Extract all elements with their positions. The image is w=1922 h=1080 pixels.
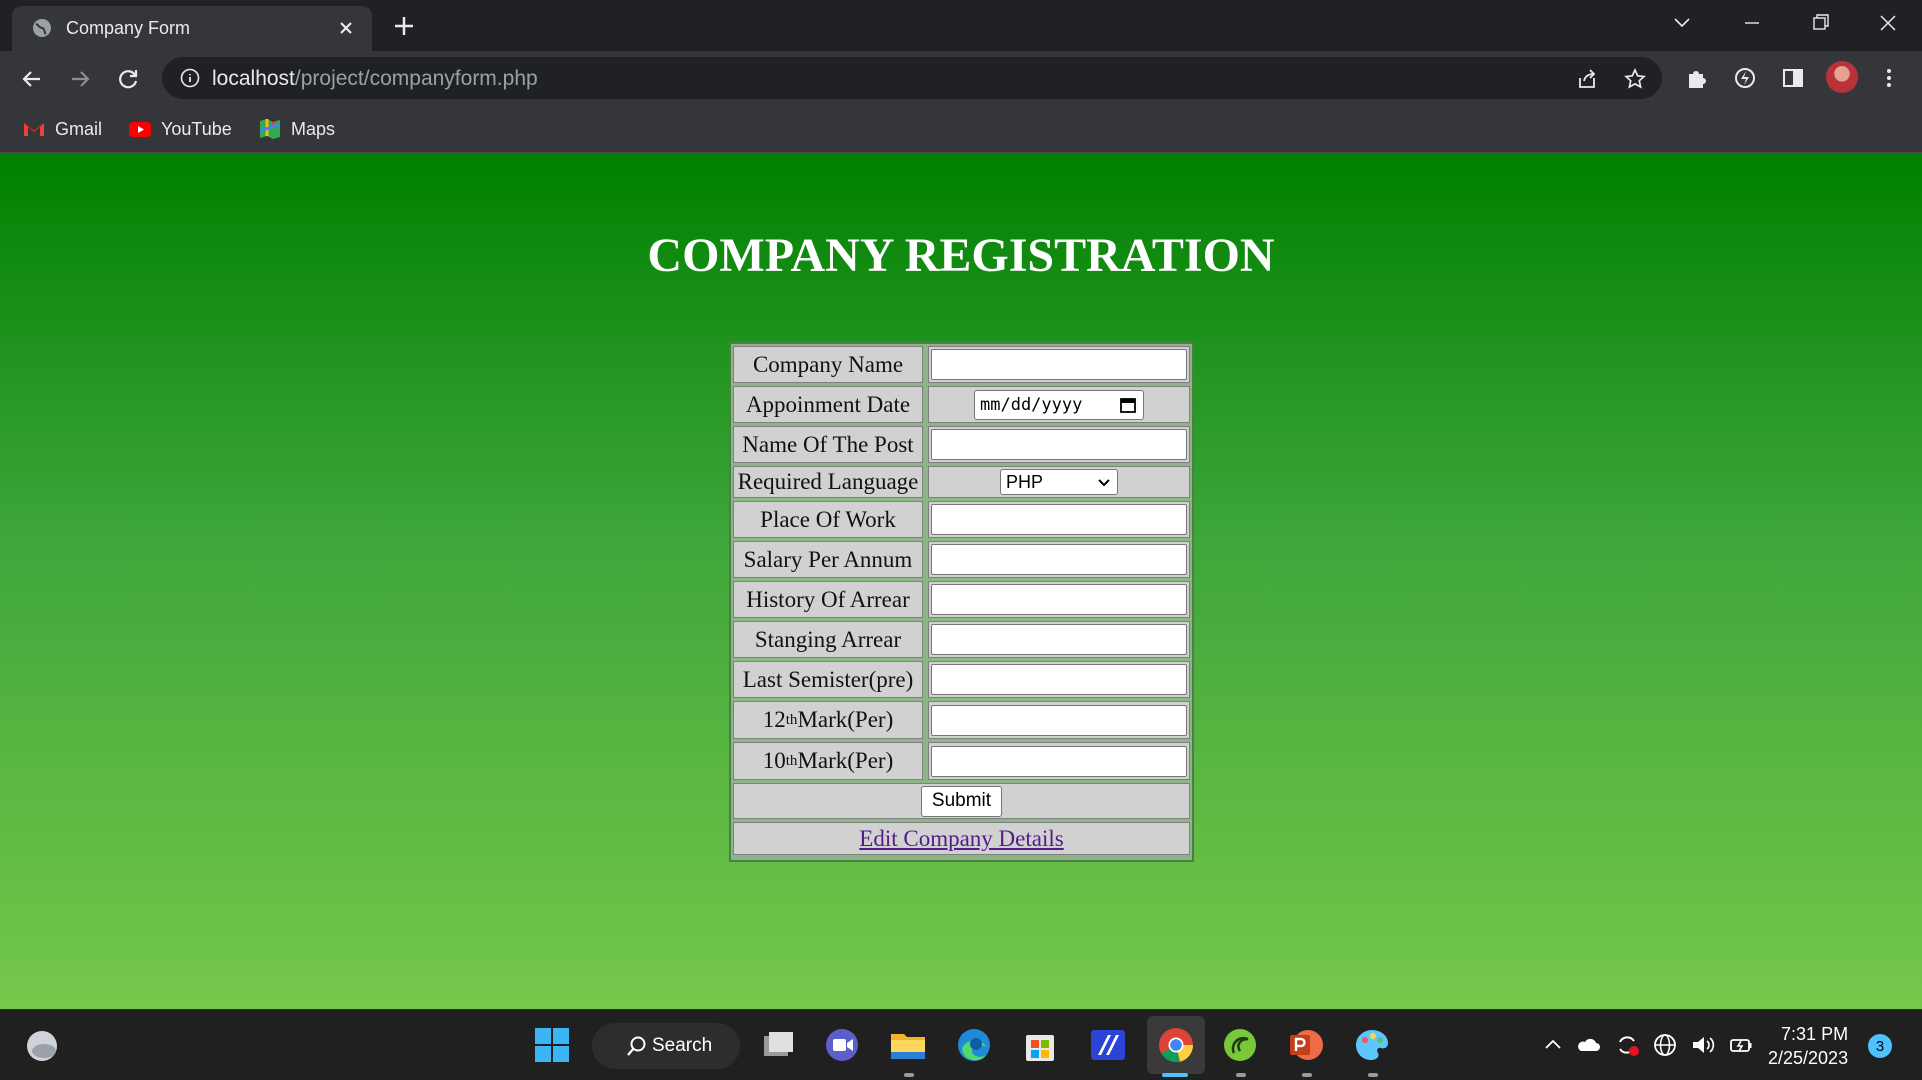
post-name-input[interactable] [931,429,1187,460]
reload-icon[interactable] [114,65,142,93]
tab-company-form[interactable]: Company Form [12,6,372,51]
clock-date: 2/25/2023 [1768,1048,1849,1068]
forward-icon[interactable] [66,65,94,93]
post-name-label: Name Of The Post [733,426,923,463]
new-tab-icon[interactable] [390,12,418,40]
close-tab-icon[interactable] [334,16,358,40]
form-row-last-semester: Last Semister(pre) [733,661,1190,701]
history-arrear-label: History Of Arrear [733,581,923,618]
notification-badge[interactable]: 3 [1868,1034,1892,1058]
task-view-icon[interactable] [758,1025,798,1065]
paint-icon[interactable] [1352,1025,1392,1065]
mark-10-input[interactable] [931,745,1187,777]
gmail-icon [23,122,45,136]
place-of-work-label: Place Of Work [733,501,923,538]
tab-search-icon[interactable] [1662,8,1702,38]
page-content: COMPANY REGISTRATION Company Name Appoin… [0,153,1922,1009]
standing-arrear-label: Stanging Arrear [733,621,923,658]
form-row-12th-mark: 12th Mark(Per) [733,701,1190,742]
form-row-standing-arrear: Stanging Arrear [733,621,1190,661]
calendar-icon[interactable] [1119,396,1137,414]
submit-button[interactable]: Submit [920,785,1003,817]
back-icon[interactable] [18,65,46,93]
form-row-appointment-date: Appoinment Date mm/dd/yyyy [733,386,1190,426]
taskbar: Search 7:31 PM 2/25/2023 3 [0,1009,1922,1080]
chevron-up-icon[interactable] [1540,1032,1566,1058]
form-row-submit: Submit [733,783,1190,822]
form-row-company-name: Company Name [733,346,1190,386]
form-row-post-name: Name Of The Post [733,426,1190,466]
bookmarks-bar: Gmail YouTube Maps [0,105,1922,153]
form-row-history-arrear: History Of Arrear [733,581,1190,621]
standing-arrear-input[interactable] [931,624,1187,655]
chrome-icon[interactable] [1156,1025,1196,1065]
form-row-salary: Salary Per Annum [733,541,1190,581]
youtube-icon [129,122,151,137]
system-clock[interactable]: 7:31 PM 2/25/2023 [1768,1022,1848,1070]
mark-12-input[interactable] [931,704,1187,736]
address-bar[interactable]: localhost/project/companyform.php [162,57,1662,99]
side-panel-icon[interactable] [1780,65,1806,91]
maps-icon [259,119,281,139]
language-select[interactable]: PHP [1000,469,1118,495]
search-icon [627,1036,646,1056]
performance-icon[interactable] [1732,65,1758,91]
close-window-icon[interactable] [1868,8,1908,38]
form-row-10th-mark: 10th Mark(Per) [733,742,1190,783]
mark-10-label: 10th Mark(Per) [733,742,923,780]
microsoft-store-icon[interactable] [1020,1025,1060,1065]
bookmark-youtube[interactable]: YouTube [128,117,232,141]
salary-label: Salary Per Annum [733,541,923,578]
form-row-place-of-work: Place Of Work [733,501,1190,541]
share-icon[interactable] [1576,68,1598,90]
mark-12-label: 12th Mark(Per) [733,701,923,739]
sync-alert-icon[interactable] [1614,1032,1640,1058]
volume-icon[interactable] [1690,1032,1716,1058]
powerpoint-icon[interactable] [1286,1025,1326,1065]
form-row-required-language: Required Language PHP [733,466,1190,501]
file-explorer-icon[interactable] [888,1025,928,1065]
onedrive-icon[interactable] [1576,1032,1602,1058]
bookmark-star-icon[interactable] [1624,68,1646,90]
edit-company-details-link[interactable]: Edit Company Details [859,826,1063,852]
restore-icon[interactable] [1800,8,1840,38]
eclipse-app-icon[interactable] [1220,1025,1260,1065]
history-arrear-input[interactable] [931,584,1187,615]
menu-kebab-icon[interactable] [1876,65,1902,91]
edge-icon[interactable] [954,1025,994,1065]
last-semester-input[interactable] [931,664,1187,695]
company-form-table: Company Name Appoinment Date mm/dd/yyyy … [729,342,1194,862]
required-language-label: Required Language [733,466,923,498]
form-row-edit-link: Edit Company Details [733,822,1190,858]
chevron-down-icon [1098,479,1110,487]
tab-strip: Company Form [0,0,1922,51]
place-of-work-input[interactable] [931,504,1187,535]
url-text: localhost/project/companyform.php [212,67,538,90]
bookmark-gmail[interactable]: Gmail [22,117,102,141]
appointment-date-input[interactable]: mm/dd/yyyy [974,389,1144,420]
minimize-icon[interactable] [1732,8,1772,38]
profile-avatar[interactable] [1826,61,1858,93]
appointment-date-label: Appoinment Date [733,386,923,423]
dev-app-icon[interactable] [1088,1025,1128,1065]
start-windows-icon[interactable] [532,1025,572,1065]
teams-chat-icon[interactable] [822,1025,862,1065]
company-name-label: Company Name [733,346,923,383]
browser-toolbar: localhost/project/companyform.php [0,51,1922,105]
weather-icon[interactable] [22,1026,62,1066]
page-title: COMPANY REGISTRATION [647,229,1275,282]
salary-input[interactable] [931,544,1187,575]
tab-title: Company Form [66,18,191,38]
battery-icon[interactable] [1728,1032,1754,1058]
clock-time: 7:31 PM [1781,1024,1849,1044]
bookmark-maps[interactable]: Maps [258,117,335,141]
last-semester-label: Last Semister(pre) [733,661,923,698]
taskbar-search[interactable]: Search [592,1023,740,1069]
globe-icon [33,19,51,37]
company-name-input[interactable] [931,349,1187,380]
site-info-icon[interactable] [180,68,200,88]
extensions-icon[interactable] [1684,65,1710,91]
network-globe-icon[interactable] [1652,1032,1678,1058]
